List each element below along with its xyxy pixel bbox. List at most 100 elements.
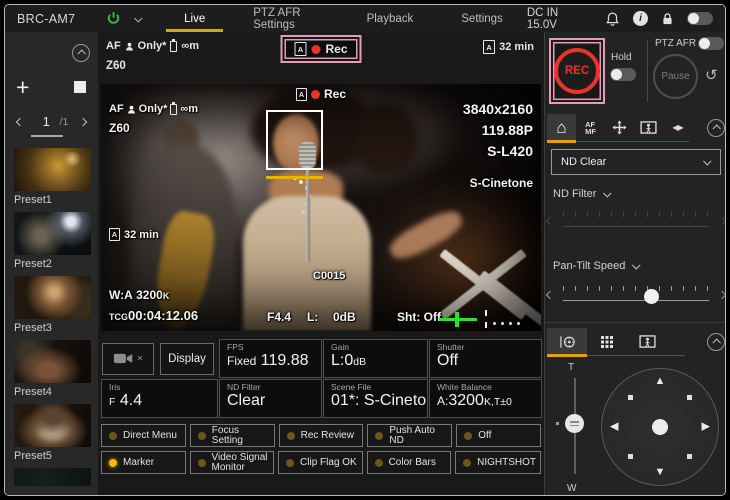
lock-toggle[interactable] (687, 12, 713, 25)
hold-toggle[interactable] (610, 68, 636, 81)
prev-page-chevron[interactable] (16, 117, 24, 125)
slider-right-arrow (718, 217, 726, 225)
assignable-button-marker[interactable]: Marker (101, 451, 186, 474)
camera-settings-panel: ✕ Display FPS Fixed 119.88 Gain L:0dB Sh… (101, 339, 541, 419)
preset-item[interactable]: Preset5 (5, 404, 98, 462)
ptz-afr-label: PTZ AFR (655, 38, 696, 49)
preset-thumbnail[interactable] (14, 148, 91, 191)
tab-tracking[interactable] (634, 114, 663, 141)
gain-cell[interactable]: Gain L:0dB (323, 339, 428, 378)
home-icon: ⌂ (556, 120, 566, 136)
current-page: 1 (43, 114, 50, 129)
assignable-button-clip-flag-ok[interactable]: Clip Flag OK (278, 451, 363, 474)
tab-ptz-afr-settings[interactable]: PTZ AFR Settings (229, 5, 342, 32)
assignable-button-focus-setting[interactable]: Focus Setting (190, 424, 275, 447)
rec-status-label: Rec (325, 42, 347, 56)
osd-media-remaining: A 32 min (109, 228, 159, 241)
notifications-bell-icon[interactable] (605, 11, 620, 27)
nd-filter-cell[interactable]: ND Filter Clear (219, 379, 322, 418)
preset-thumbnail[interactable] (14, 404, 91, 447)
tab-preset-grid[interactable] (587, 328, 627, 355)
joystick-right-arrow[interactable]: ▶ (702, 422, 710, 433)
power-menu-chevron-down-icon[interactable] (134, 14, 142, 22)
joystick-left-arrow[interactable]: ◀ (610, 422, 618, 433)
pause-button[interactable]: Pause (653, 54, 698, 99)
slider-right-arrow[interactable] (718, 291, 726, 299)
total-pages: /1 (60, 116, 69, 128)
zoom-rocker[interactable]: T W (563, 362, 587, 494)
joystick-center[interactable] (652, 419, 668, 435)
face-detection-box (266, 110, 323, 170)
battery-icon (170, 104, 177, 115)
joystick-down-arrow[interactable]: ▼ (655, 467, 666, 478)
preset-thumbnail[interactable] (14, 340, 91, 383)
assignable-button-video-signal-monitor[interactable]: Video Signal Monitor (190, 451, 275, 474)
shutter-cell[interactable]: Shutter Off (429, 339, 542, 378)
tab-playback[interactable]: Playback (343, 5, 438, 32)
tab-detail-adjust[interactable]: ◀▶ (663, 114, 692, 141)
tab-pan-tilt[interactable] (605, 114, 634, 141)
sidebar-collapse-button[interactable] (72, 44, 90, 62)
pan-tilt-joystick[interactable]: ▲ ▼ ◀ ▶ (601, 368, 719, 486)
nd-filter-dropdown[interactable]: ND Clear (551, 149, 721, 175)
tab-joystick-control[interactable] (547, 328, 587, 355)
tab-af-mf[interactable]: AFMF (576, 114, 605, 141)
nd-filter-section-label[interactable]: ND Filter (553, 188, 611, 200)
slider-left-arrow[interactable] (546, 291, 554, 299)
status-dot (464, 432, 472, 440)
osd-gamut: S-L420 (487, 143, 533, 159)
stop-preset-button[interactable] (74, 81, 86, 93)
main-tabs: Live PTZ AFR Settings Playback Settings (160, 5, 527, 32)
reset-icon[interactable]: ↺ (705, 66, 718, 84)
assignable-button-nightshot[interactable]: NIGHTSHOT (455, 451, 541, 474)
scene-file-cell[interactable]: Scene File 01*: S-Cinetone (323, 379, 428, 418)
ptz-afr-toggle[interactable] (698, 37, 724, 50)
assignable-button-off[interactable]: Off (456, 424, 541, 447)
joystick-control-icon (558, 335, 576, 349)
slider-left-arrow (546, 217, 554, 225)
display-button[interactable]: Display (160, 343, 214, 375)
assignable-button-rec-review[interactable]: Rec Review (279, 424, 364, 447)
subject-tracking-icon (640, 121, 657, 134)
tab-settings[interactable]: Settings (437, 5, 527, 32)
info-icon[interactable]: i (633, 11, 648, 26)
video-monitor[interactable]: A Rec AF Only* ∞m Z60 3840x2160 119.88P … (101, 84, 541, 331)
preset-item[interactable]: Preset3 (5, 276, 98, 334)
manual-control-zone: T W ▲ ▼ ◀ ▶ (545, 362, 725, 494)
nd-filter-slider (547, 208, 725, 234)
osd-clip-name: C0015 (313, 270, 345, 282)
preset-thumbnail[interactable] (14, 212, 91, 255)
joystick-up-arrow[interactable]: ▲ (655, 376, 666, 387)
zoom-knob[interactable] (565, 414, 584, 433)
slider-knob[interactable] (644, 289, 659, 304)
assignable-button-push-auto-nd[interactable]: Push Auto ND (367, 424, 452, 447)
preset-thumbnail[interactable] (14, 276, 91, 319)
osd-zoom: Z60 (109, 121, 130, 135)
fps-cell[interactable]: FPS Fixed 119.88 (219, 339, 322, 378)
stream-off-button[interactable]: ✕ (102, 343, 154, 375)
tab-live[interactable]: Live (160, 5, 229, 32)
tab-tracking-frame[interactable] (627, 328, 667, 355)
pan-tilt-speed-section-label[interactable]: Pan-Tilt Speed (553, 260, 640, 272)
iris-cell[interactable]: Iris F 4.4 (101, 379, 218, 418)
panel-collapse-button[interactable] (707, 119, 725, 137)
preset-item[interactable]: Preset1 (5, 148, 98, 206)
power-icon[interactable] (105, 10, 122, 27)
preset-item[interactable]: Preset2 (5, 212, 98, 270)
focus-status: AF Only* ∞m (106, 40, 199, 52)
face-detection-underline (266, 176, 323, 179)
osd-gain: 0dB (333, 310, 356, 324)
preset-item[interactable]: Preset4 (5, 340, 98, 398)
preset-thumbnail-partial[interactable] (14, 468, 91, 486)
section-collapse-button[interactable] (707, 333, 725, 351)
rec-button[interactable]: REC (554, 48, 600, 94)
assignable-button-color-bars[interactable]: Color Bars (367, 451, 452, 474)
next-page-chevron[interactable] (79, 117, 87, 125)
add-preset-button[interactable]: + (16, 74, 29, 100)
tab-home[interactable]: ⌂ (547, 114, 576, 141)
pan-tilt-speed-slider[interactable] (547, 282, 725, 308)
screen: BRC-AM7 Live PTZ AFR Settings Playback S… (0, 0, 730, 500)
assignable-button-direct-menu[interactable]: Direct Menu (101, 424, 186, 447)
preset-label: Preset5 (14, 450, 98, 462)
white-balance-cell[interactable]: White Balance A:3200K,T±0 (429, 379, 542, 418)
